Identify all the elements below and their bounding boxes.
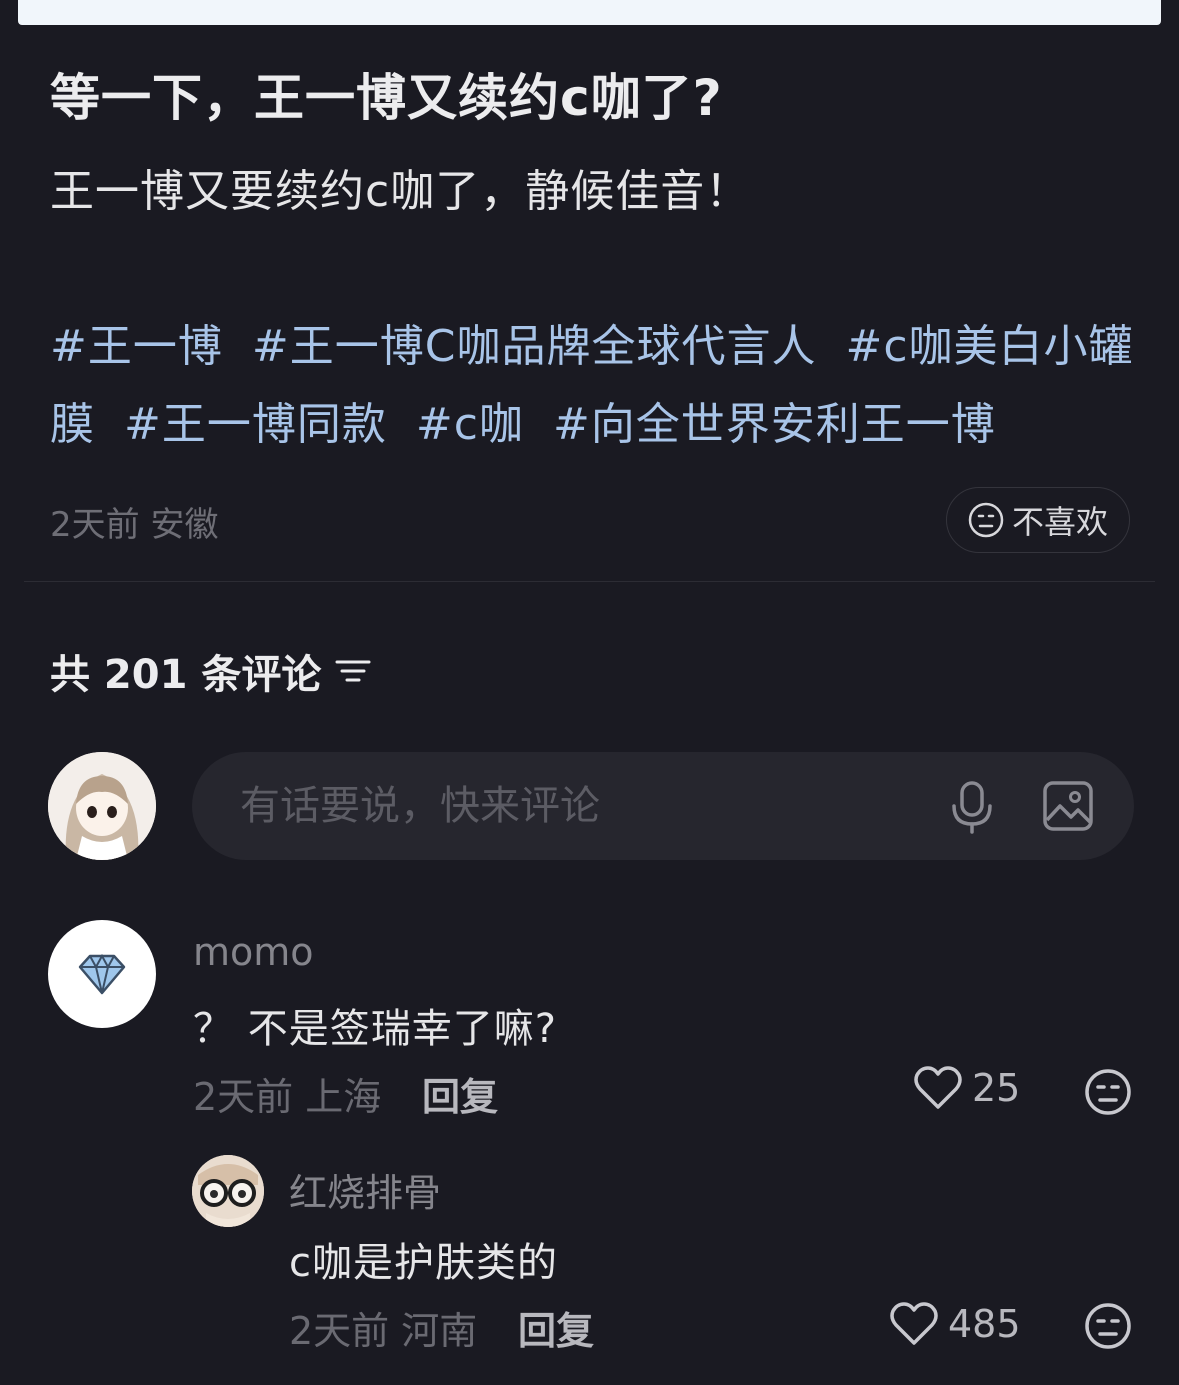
post-body: 王一博又要续约c咖了，静候佳音！ <box>50 166 751 217</box>
unhappy-face-icon[interactable] <box>1084 1302 1132 1350</box>
comment-input-box[interactable] <box>192 752 1134 860</box>
avatar-image <box>48 752 156 860</box>
heart-icon <box>890 1302 938 1345</box>
dislike-button[interactable]: 不喜欢 <box>946 487 1130 553</box>
post-title: 等一下，王一博又续约c咖了? <box>50 69 723 127</box>
tag-link[interactable]: #向全世界安利王一博 <box>553 399 996 450</box>
like-button[interactable]: 25 <box>914 1066 1020 1110</box>
reply-button[interactable]: 回复 <box>518 1300 594 1355</box>
comment-meta: 2天前 河南 <box>289 1309 478 1353</box>
heart-icon <box>914 1066 962 1109</box>
commenter-avatar[interactable] <box>48 920 156 1028</box>
tag-link[interactable]: #王一博C咖品牌全球代言人 <box>252 321 817 372</box>
microphone-icon[interactable] <box>947 780 997 834</box>
reply-button[interactable]: 回复 <box>422 1066 498 1121</box>
tag-link[interactable]: #王一博 <box>50 321 223 372</box>
comment-meta: 2天前 上海 <box>193 1075 382 1119</box>
comment-username[interactable]: 红烧排骨 <box>289 1162 441 1217</box>
tag-link[interactable]: #王一博同款 <box>124 399 387 450</box>
diamond-icon <box>78 953 126 995</box>
tag-link[interactable]: #c咖 <box>416 399 524 450</box>
like-count: 485 <box>948 1302 1021 1346</box>
comment-input[interactable] <box>240 752 920 860</box>
like-count: 25 <box>972 1066 1021 1110</box>
comment-username[interactable]: momo <box>193 930 314 974</box>
commenter-avatar[interactable] <box>192 1155 264 1227</box>
comment-text: c咖是护肤类的 <box>289 1240 558 1286</box>
dislike-label: 不喜欢 <box>1011 503 1108 541</box>
post-tags: #王一博 #王一博C咖品牌全球代言人 #c咖美白小罐膜 #王一博同款 #c咖 #… <box>50 308 1140 464</box>
comment-text: ？ 不是签瑞幸了嘛? <box>193 1006 557 1052</box>
comments-header: 共 201 条评论 <box>50 642 371 700</box>
like-button[interactable]: 485 <box>890 1302 1021 1346</box>
comments-count-label: 共 201 条评论 <box>50 652 322 698</box>
divider <box>24 581 1155 582</box>
image-icon[interactable] <box>1042 780 1094 832</box>
top-banner <box>18 0 1161 25</box>
sort-icon[interactable] <box>335 656 371 686</box>
unhappy-face-icon[interactable] <box>1084 1068 1132 1116</box>
my-avatar[interactable] <box>48 752 156 860</box>
unhappy-face-icon <box>968 502 1004 538</box>
avatar-image <box>192 1155 264 1227</box>
post-meta: 2天前 安徽 <box>50 505 219 545</box>
